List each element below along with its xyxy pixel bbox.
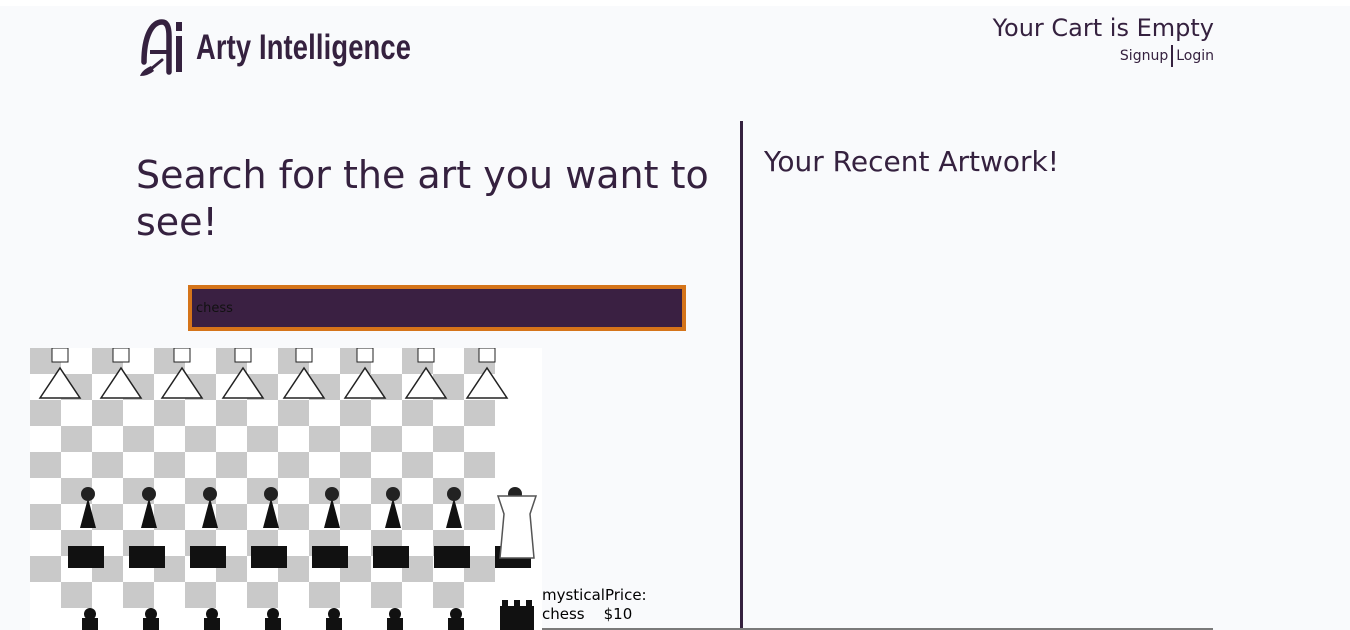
artwork-title: chess bbox=[542, 605, 585, 623]
artwork-image[interactable] bbox=[30, 348, 542, 630]
column-divider bbox=[740, 121, 743, 630]
site-logo[interactable]: Arty Intelligence bbox=[138, 16, 472, 78]
search-input[interactable] bbox=[192, 289, 682, 327]
auth-separator bbox=[1171, 45, 1174, 67]
auth-links: Signup Login bbox=[993, 45, 1214, 67]
chess-artwork bbox=[30, 348, 542, 630]
caption-line1: mysticalPrice: bbox=[542, 586, 647, 604]
login-link[interactable]: Login bbox=[1176, 47, 1214, 65]
search-heading: Search for the art you want to see! bbox=[136, 153, 709, 244]
logo-text: Arty Intelligence bbox=[196, 28, 412, 67]
artwork-caption: mysticalPrice: chess $10 bbox=[542, 586, 647, 624]
cart-area: Your Cart is Empty Signup Login bbox=[993, 12, 1214, 67]
logo-ai-brush-icon bbox=[140, 19, 182, 76]
artwork-price: $10 bbox=[603, 605, 633, 623]
cart-status[interactable]: Your Cart is Empty bbox=[993, 12, 1214, 44]
search-box bbox=[188, 285, 686, 331]
top-strip bbox=[0, 0, 1350, 6]
signup-link[interactable]: Signup bbox=[1120, 47, 1168, 65]
caption-line2: chess $10 bbox=[542, 605, 647, 624]
recent-artwork-heading: Your Recent Artwork! bbox=[764, 145, 1059, 178]
